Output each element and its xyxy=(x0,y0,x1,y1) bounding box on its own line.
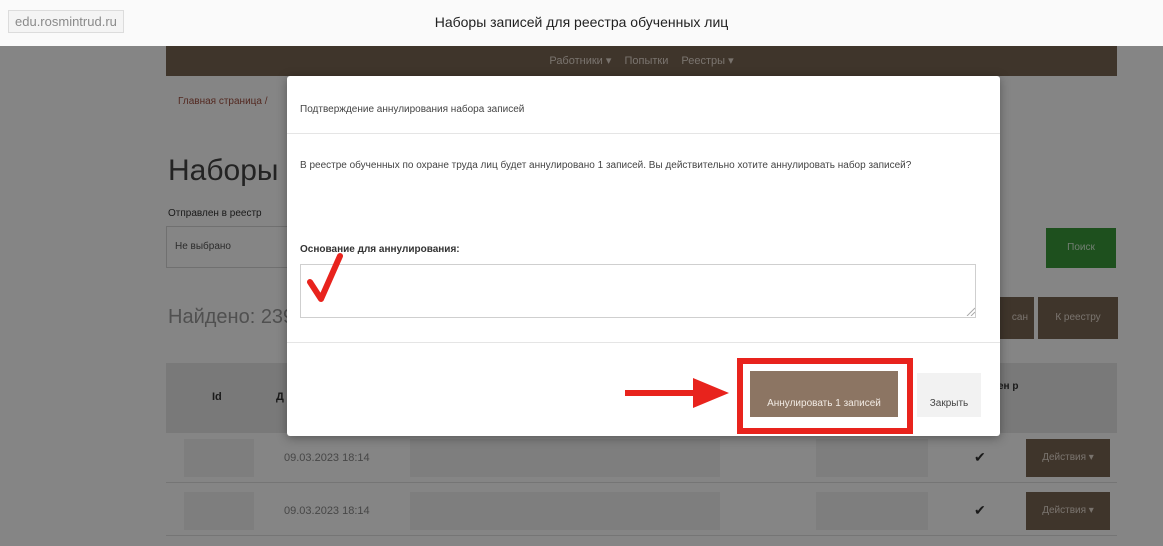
close-button[interactable]: Закрыть xyxy=(917,373,981,417)
browser-bar: edu.rosmintrud.ru Наборы записей для рее… xyxy=(0,0,1163,46)
checkmark-annotation-icon xyxy=(307,253,343,302)
dialog-divider xyxy=(287,133,1000,134)
confirm-annul-dialog: Подтверждение аннулирования набора запис… xyxy=(287,76,1000,436)
reason-textarea[interactable] xyxy=(300,264,976,318)
annul-records-button[interactable]: Аннулировать 1 записей xyxy=(747,368,901,420)
dialog-message: В реестре обученных по охране труда лиц … xyxy=(300,160,912,171)
arrow-right-annotation-icon xyxy=(625,378,729,408)
dialog-title: Подтверждение аннулирования набора запис… xyxy=(300,104,525,115)
window-title: Наборы записей для реестра обученных лиц xyxy=(434,14,729,30)
dialog-footer-divider xyxy=(287,342,1000,343)
resize-grip-icon[interactable] xyxy=(965,306,975,316)
